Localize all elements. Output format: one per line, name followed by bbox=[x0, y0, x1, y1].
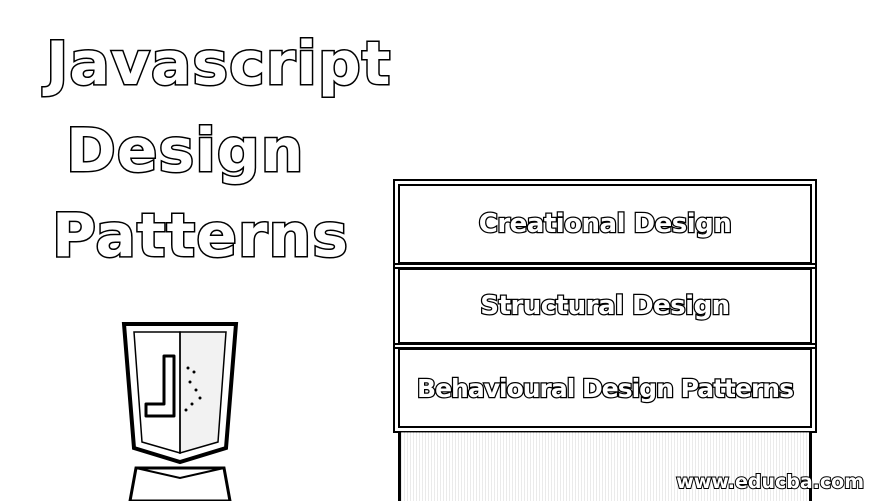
reflection-edge-left bbox=[398, 432, 401, 501]
title-line-1: Javascript bbox=[44, 29, 392, 99]
category-label: Structural Design bbox=[479, 290, 731, 323]
javascript-shield-icon bbox=[121, 322, 239, 501]
category-label: Behavioural Design Patterns bbox=[416, 372, 795, 404]
category-label: Creational Design bbox=[477, 208, 733, 241]
watermark: www.educba.com bbox=[675, 470, 865, 494]
title-line-2: Design bbox=[64, 116, 305, 186]
category-box-structural: Structural Design bbox=[393, 263, 817, 349]
category-box-behavioural: Behavioural Design Patterns bbox=[393, 343, 817, 433]
category-box-creational: Creational Design bbox=[393, 179, 817, 269]
title-line-3: Patterns bbox=[51, 201, 350, 271]
